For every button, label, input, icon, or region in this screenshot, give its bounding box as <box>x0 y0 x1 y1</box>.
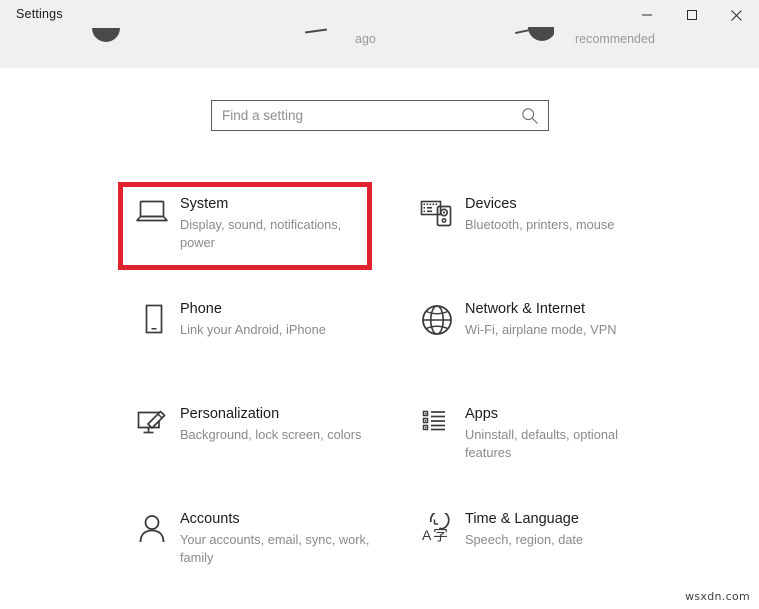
tile-text: System Display, sound, notifications, po… <box>180 194 370 252</box>
background-fragment-shape-1 <box>92 28 120 42</box>
background-fragment-text-ago: ago <box>355 32 376 46</box>
person-icon <box>124 509 180 555</box>
phone-icon <box>124 299 180 345</box>
personalization-icon <box>124 404 180 450</box>
globe-icon <box>409 299 465 345</box>
settings-row: Phone Link your Android, iPhone Network … <box>124 285 694 390</box>
tile-title: Time & Language <box>465 511 579 527</box>
tile-title: Apps <box>465 406 499 422</box>
devices-icon <box>409 194 465 240</box>
background-fragment-shape-4 <box>528 27 554 41</box>
laptop-icon <box>124 194 180 240</box>
tile-description: Uninstall, defaults, optional features <box>465 427 618 460</box>
svg-text:A: A <box>422 527 432 543</box>
background-fragment-shape-2 <box>304 28 328 34</box>
settings-tile-network[interactable]: Network & Internet Wi-Fi, airplane mode,… <box>409 285 694 390</box>
settings-row: Accounts Your accounts, email, sync, wor… <box>124 495 694 600</box>
window-title: Settings <box>16 7 63 21</box>
tile-description: Background, lock screen, colors <box>180 427 362 442</box>
tile-title: Personalization <box>180 406 280 422</box>
background-fragment-text-recommended: recommended <box>575 32 655 46</box>
tile-text: Time & Language Speech, region, date <box>465 509 583 549</box>
settings-tile-phone[interactable]: Phone Link your Android, iPhone <box>124 285 409 390</box>
settings-grid: System Display, sound, notifications, po… <box>124 180 694 600</box>
title-bar: Settings ago recommended <box>0 0 759 68</box>
tile-title: Network & Internet <box>465 301 586 317</box>
window-controls <box>624 0 759 30</box>
time-language-icon: A 字 <box>409 509 465 555</box>
tile-description: Speech, region, date <box>465 532 584 547</box>
settings-tile-time-language[interactable]: A 字 Time & Language Speech, region, date <box>409 495 694 600</box>
settings-tile-devices[interactable]: Devices Bluetooth, printers, mouse <box>409 180 694 285</box>
tile-title: Devices <box>465 196 517 212</box>
tile-description: Link your Android, iPhone <box>180 322 326 337</box>
apps-list-icon <box>409 404 465 450</box>
minimize-button[interactable] <box>624 0 669 30</box>
tile-text: Network & Internet Wi-Fi, airplane mode,… <box>465 299 616 339</box>
tile-description: Display, sound, notifications, power <box>180 217 342 250</box>
settings-tile-apps[interactable]: Apps Uninstall, defaults, optional featu… <box>409 390 694 495</box>
tile-text: Personalization Background, lock screen,… <box>180 404 361 444</box>
settings-tile-personalization[interactable]: Personalization Background, lock screen,… <box>124 390 409 495</box>
settings-tile-system[interactable]: System Display, sound, notifications, po… <box>124 180 409 285</box>
settings-row: Personalization Background, lock screen,… <box>124 390 694 495</box>
tile-text: Devices Bluetooth, printers, mouse <box>465 194 614 234</box>
svg-text:字: 字 <box>433 526 448 544</box>
tile-title: Phone <box>180 301 222 317</box>
tile-text: Phone Link your Android, iPhone <box>180 299 326 339</box>
tile-description: Wi-Fi, airplane mode, VPN <box>465 322 617 337</box>
search-box[interactable] <box>211 100 549 131</box>
tile-description: Your accounts, email, sync, work, family <box>180 532 370 565</box>
maximize-icon <box>686 10 697 20</box>
settings-row: System Display, sound, notifications, po… <box>124 180 694 285</box>
watermark: wsxdn.com <box>685 590 750 603</box>
maximize-button[interactable] <box>669 0 714 30</box>
search-input[interactable] <box>212 101 512 130</box>
search-icon[interactable] <box>520 106 540 126</box>
settings-tile-accounts[interactable]: Accounts Your accounts, email, sync, wor… <box>124 495 409 600</box>
minimize-icon <box>641 14 652 16</box>
close-button[interactable] <box>714 0 759 30</box>
tile-description: Bluetooth, printers, mouse <box>465 217 615 232</box>
tile-title: Accounts <box>180 511 240 527</box>
close-icon <box>731 9 742 21</box>
tile-text: Accounts Your accounts, email, sync, wor… <box>180 509 370 567</box>
tile-text: Apps Uninstall, defaults, optional featu… <box>465 404 655 462</box>
tile-title: System <box>180 196 229 212</box>
